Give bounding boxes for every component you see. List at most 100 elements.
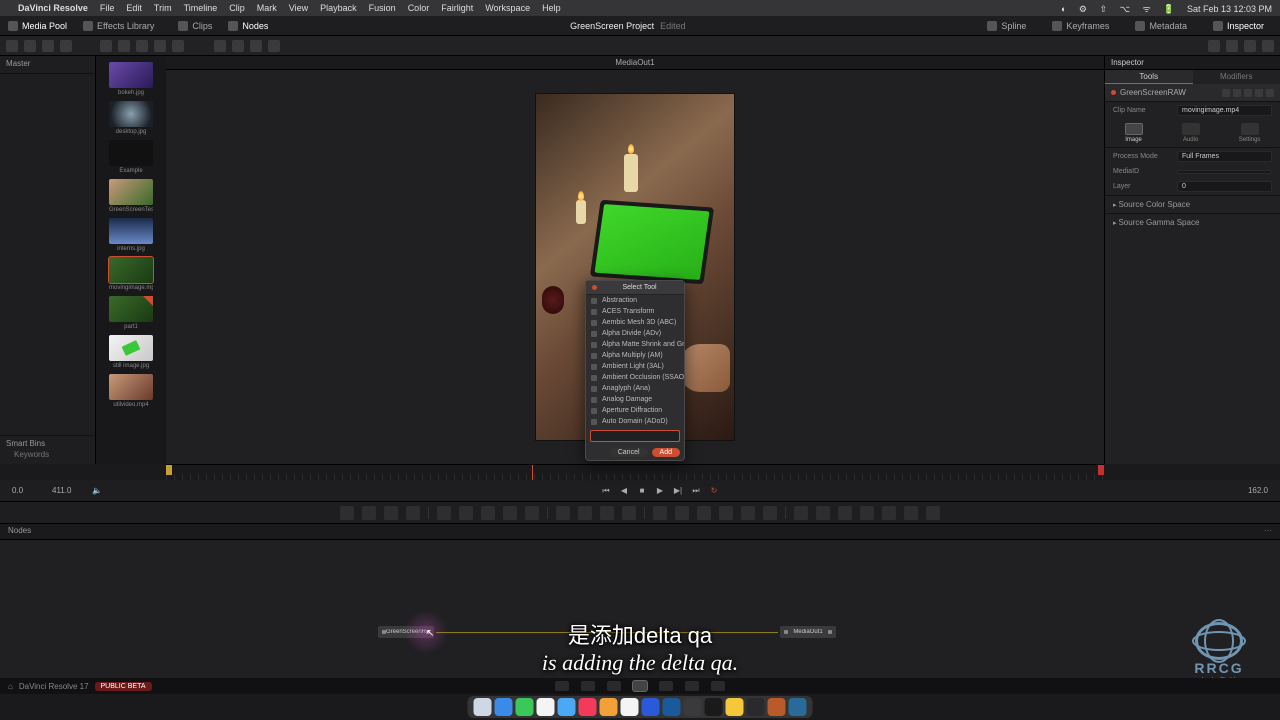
page-fairlight[interactable] <box>685 681 699 691</box>
fusion-tool-icon[interactable] <box>675 506 689 520</box>
port-icon[interactable] <box>828 630 832 634</box>
fusion-tool-icon[interactable] <box>697 506 711 520</box>
menu-mark[interactable]: Mark <box>257 3 277 13</box>
nodes-options-icon[interactable]: ⋯ <box>1264 526 1272 537</box>
dock-app[interactable] <box>705 698 723 716</box>
settings-icon[interactable] <box>1266 89 1274 97</box>
tc-range[interactable]: 411.0 <box>52 486 92 495</box>
page-color[interactable] <box>659 681 673 691</box>
media-thumb[interactable]: part1 <box>109 296 153 334</box>
viewer-opt-icon[interactable] <box>1244 40 1256 52</box>
tool-icon[interactable] <box>60 40 72 52</box>
dock-app[interactable] <box>789 698 807 716</box>
subtab-image[interactable]: Image <box>1125 123 1143 143</box>
media-thumb[interactable]: GreenScreenTest2 <box>109 179 153 217</box>
tool-option[interactable]: Alpha Matte Shrink and Grow <box>586 339 684 350</box>
viewer-tool-icon[interactable] <box>268 40 280 52</box>
step-fwd-button[interactable]: ▶| <box>673 486 683 496</box>
tool-icon[interactable] <box>6 40 18 52</box>
fusion-tool-icon[interactable] <box>384 506 398 520</box>
tab-nodes[interactable]: Nodes <box>220 16 276 35</box>
page-edit[interactable] <box>607 681 621 691</box>
source-color-space[interactable]: Source Color Space <box>1105 195 1280 213</box>
viewer-tool-icon[interactable] <box>250 40 262 52</box>
menu-playback[interactable]: Playback <box>320 3 357 13</box>
media-thumb[interactable]: still image.jpg <box>109 335 153 373</box>
viewer-opt-icon[interactable] <box>1208 40 1220 52</box>
tc-start[interactable]: 0.0 <box>12 486 52 495</box>
audio-icon[interactable]: 🔈 <box>92 486 102 495</box>
nodes-canvas[interactable]: GreenScreenRAW MediaOut1 ↖ <box>0 540 1280 682</box>
lock-icon[interactable] <box>1255 89 1263 97</box>
tab-spline[interactable]: Spline <box>979 21 1034 31</box>
tool-option[interactable]: Aperture Diffraction <box>586 405 684 416</box>
fusion-tool-icon[interactable] <box>340 506 354 520</box>
fusion-tool-icon[interactable] <box>763 506 777 520</box>
media-thumb[interactable]: interns.jpg <box>109 218 153 256</box>
node-wire[interactable] <box>436 632 778 633</box>
fusion-tool-icon[interactable] <box>816 506 830 520</box>
menubar-icon[interactable]: ⌥ <box>1120 4 1130 14</box>
close-dot-icon[interactable] <box>592 285 597 290</box>
subtab-settings[interactable]: Settings <box>1239 123 1261 143</box>
tool-option[interactable]: Alpha Multiply (AM) <box>586 350 684 361</box>
loop-button[interactable]: ↻ <box>709 486 719 496</box>
viewer-opt-icon[interactable] <box>1226 40 1238 52</box>
media-thumb[interactable]: desktop.jpg <box>109 101 153 139</box>
node-media-in[interactable]: GreenScreenRAW <box>378 626 434 638</box>
tab-effects-library[interactable]: Effects Library <box>75 16 162 35</box>
tool-option[interactable]: Aembic Mesh 3D (ABC) <box>586 317 684 328</box>
play-button[interactable]: ▶ <box>655 486 665 496</box>
fusion-tool-icon[interactable] <box>556 506 570 520</box>
media-thumb[interactable]: utilvideo.mp4 <box>109 374 153 412</box>
clip-name-value[interactable]: movingimage.mp4 <box>1177 105 1272 116</box>
menubar-icon[interactable]: ◐ <box>1061 4 1066 14</box>
node-media-out[interactable]: MediaOut1 <box>780 626 836 638</box>
last-frame-button[interactable]: ⏭ <box>691 486 701 496</box>
playhead[interactable] <box>532 465 533 480</box>
menubar-icon[interactable]: ᯤ <box>1142 4 1150 14</box>
dock-app[interactable] <box>600 698 618 716</box>
inspector-tab-modifiers[interactable]: Modifiers <box>1193 70 1280 84</box>
bypass-icon[interactable] <box>1244 89 1252 97</box>
menubar-icon[interactable]: 🔋 <box>1163 4 1174 14</box>
media-thumb[interactable]: Example <box>109 140 153 178</box>
fusion-tool-icon[interactable] <box>904 506 918 520</box>
tool-icon[interactable] <box>24 40 36 52</box>
tool-option[interactable]: Ambient Light (3AL) <box>586 361 684 372</box>
first-frame-button[interactable]: ⏮ <box>601 486 611 496</box>
tool-option[interactable]: Auto Domain (ADoD) <box>586 416 684 427</box>
layer-input[interactable]: 0 <box>1177 181 1272 192</box>
menu-fusion[interactable]: Fusion <box>369 3 396 13</box>
menu-clip[interactable]: Clip <box>229 3 245 13</box>
dock-app[interactable] <box>768 698 786 716</box>
tool-option[interactable]: Analog Damage <box>586 394 684 405</box>
tool-option[interactable]: Alpha Divide (ADv) <box>586 328 684 339</box>
fusion-tool-icon[interactable] <box>578 506 592 520</box>
page-cut[interactable] <box>581 681 595 691</box>
in-handle[interactable] <box>166 465 172 475</box>
tool-search-input[interactable] <box>590 430 680 442</box>
dock-app[interactable] <box>495 698 513 716</box>
tool-option[interactable]: Ambient Occlusion (SSAO) <box>586 372 684 383</box>
fusion-tool-icon[interactable] <box>719 506 733 520</box>
menu-trim[interactable]: Trim <box>154 3 172 13</box>
menubar-date[interactable]: Sat Feb 13 12:03 PM <box>1187 4 1272 14</box>
fusion-tool-icon[interactable] <box>622 506 636 520</box>
menu-color[interactable]: Color <box>408 3 430 13</box>
fusion-tool-icon[interactable] <box>600 506 614 520</box>
viewer-frame[interactable]: Select Tool AbstractionACES TransformAem… <box>166 70 1104 464</box>
fusion-tool-icon[interactable] <box>459 506 473 520</box>
fusion-tool-icon[interactable] <box>503 506 517 520</box>
tab-keyframes[interactable]: Keyframes <box>1044 21 1117 31</box>
mediaid-select[interactable] <box>1177 170 1272 174</box>
page-media[interactable] <box>555 681 569 691</box>
menu-workspace[interactable]: Workspace <box>485 3 530 13</box>
tab-clips[interactable]: Clips <box>170 16 220 35</box>
fusion-tool-icon[interactable] <box>926 506 940 520</box>
list-view-icon[interactable] <box>118 40 130 52</box>
menubar-icon[interactable]: ⇧ <box>1100 4 1108 14</box>
media-thumb[interactable]: movingimage.mp4 <box>109 257 153 295</box>
menubar-icon[interactable]: ⚙ <box>1079 4 1087 14</box>
time-ruler[interactable] <box>166 464 1104 480</box>
